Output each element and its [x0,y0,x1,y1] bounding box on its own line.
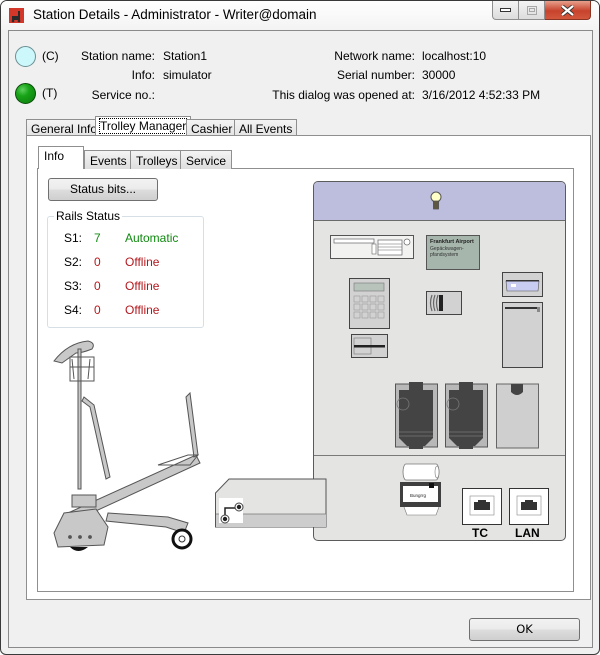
tab-label: General Info [31,122,98,136]
connection-indicator-c [15,46,36,67]
tab-label: Info [44,149,65,163]
app-icon [9,8,24,23]
rail-status: Offline [125,303,160,317]
tab-trolley-manager[interactable]: Trolley Manager [95,116,192,137]
minimize-icon [500,7,511,12]
rail-name: S1: [64,231,83,245]
network-name-label: Network name: [334,49,415,63]
tab-label: Service [186,154,227,168]
lan-port-label: LAN [515,526,540,540]
tab-label: Trolleys [136,154,178,168]
trolley-manager-panel: Info Events Trolleys Service Status bits… [26,135,591,600]
serial-number-value: 30000 [422,68,456,82]
coin-slot-icon [426,291,462,315]
receipt-printer: Bungrrg [398,462,443,518]
close-icon [561,4,574,16]
station-name-label: Station name: [80,49,155,63]
tab-label: All Events [239,122,293,136]
opened-at-value: 3/16/2012 4:52:33 PM [422,88,541,102]
title-bar[interactable]: Station Details - Administrator - Writer… [1,1,599,30]
rail-status: Automatic [125,231,179,245]
tc-port-icon [462,488,502,525]
coin-hopper-icon [445,382,488,449]
pin-pad-icon [349,278,390,329]
close-button[interactable] [545,1,591,20]
rail-count: 0 [94,279,101,293]
rail-count: 0 [94,303,101,317]
rail-name: S4: [64,303,83,317]
info-label: Info: [131,68,155,82]
station-details-window: Station Details - Administrator - Writer… [0,0,600,655]
receipt-printer-icon [400,463,441,516]
coin-hopper-empty-icon [496,383,539,449]
kiosk-header [314,182,565,221]
kiosk-diagram: Frankfurt Airport Gepäckwagen- pfandsyst… [313,181,566,541]
coin-hopper-icon [395,382,438,449]
maximize-icon [526,5,537,15]
trolley-illustration [53,340,201,551]
ok-button[interactable]: OK [469,618,580,641]
receipt-label: Bungrrg [410,493,427,498]
minimize-button[interactable] [492,1,519,20]
station-name-value: Station1 [163,49,208,63]
serial-number-label: Serial number: [336,68,415,82]
tab-label: Trolley Manager [98,118,188,134]
rail-status: Offline [125,279,160,293]
kiosk-divider [314,455,565,456]
info-value: simulator [163,68,212,82]
rails-status-group: Rails Status S1: 7 Automatic S2: 0 Offli… [47,209,204,328]
ticket-slot-icon [502,272,543,297]
tab-label: Events [90,154,127,168]
card-reader-icon [351,334,388,358]
maximize-button[interactable] [519,1,545,20]
card-slot-device-icon [330,235,414,259]
dialog-client-area: (C) (T) Station name: Station1 Info: sim… [8,30,593,648]
tab-label: Cashier [191,122,233,136]
rail-count: 0 [94,255,101,269]
info-panel: Info Events Trolleys Service Status bits… [37,146,574,592]
airport-sign: Frankfurt Airport Gepäckwagen- pfandsyst… [426,235,480,270]
tab-events[interactable]: Events [84,150,133,169]
tab-service[interactable]: Service [180,150,233,169]
lan-port-icon [509,488,549,525]
network-name-value: localhost:10 [422,49,487,63]
tc-port-label: TC [472,526,488,540]
tab-trolleys[interactable]: Trolleys [130,150,184,169]
opened-at-label: This dialog was opened at: [272,88,415,102]
sign-line: pfandsystem [430,252,459,258]
rail-count: 7 [94,231,101,245]
rail-status: Offline [125,255,160,269]
lightbulb-icon [430,191,442,210]
tab-info[interactable]: Info [38,146,84,169]
rails-status-title: Rails Status [54,209,123,223]
window-title: Station Details - Administrator - Writer… [33,7,317,22]
connection-indicator-t [15,83,36,104]
rail-name: S3: [64,279,83,293]
service-no-label: Service no.: [91,88,155,102]
status-bits-button[interactable]: Status bits... [48,178,158,201]
docking-rail-icon [215,478,327,528]
banknote-acceptor-icon [502,302,543,368]
sign-title: Frankfurt Airport [430,239,474,245]
rail-name: S2: [64,255,83,269]
